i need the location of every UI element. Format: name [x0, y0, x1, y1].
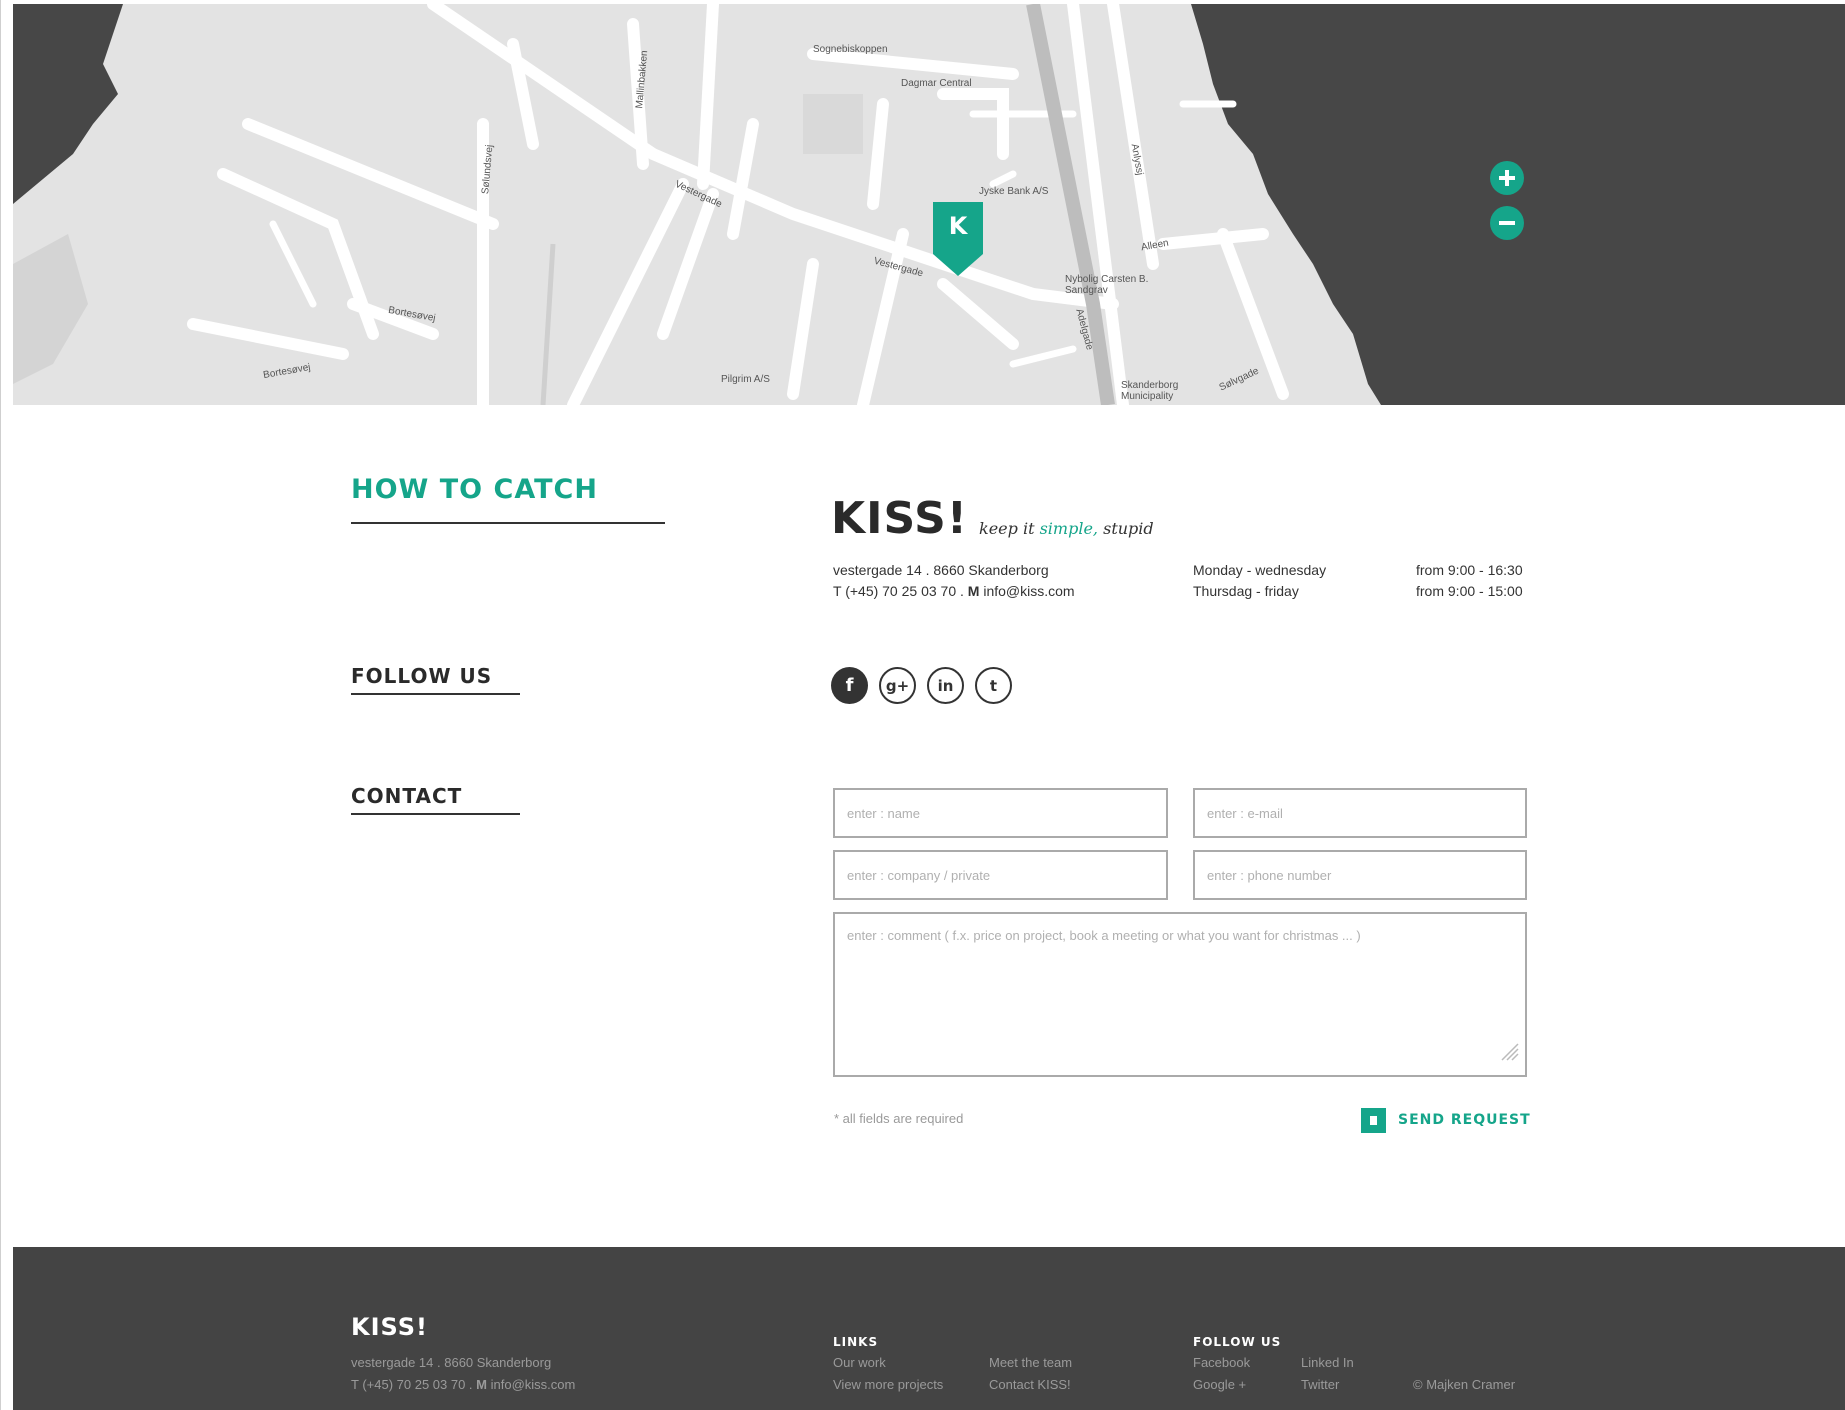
footer-follow-heading: FOLLOW US — [1193, 1335, 1282, 1349]
google-plus-glyph: g+ — [885, 676, 910, 695]
twitter-glyph: t — [989, 676, 998, 695]
location-pin-icon[interactable]: K — [933, 202, 983, 280]
footer-logo: KISS! — [351, 1313, 428, 1341]
section-heading-how-to-catch: HOW TO CATCH — [351, 474, 598, 505]
footer-link-contact[interactable]: Contact KISS! — [989, 1377, 1071, 1392]
footer-link-facebook[interactable]: Facebook — [1193, 1355, 1250, 1370]
facebook-icon[interactable]: f — [831, 667, 868, 704]
map-poi-label: Pilgrim A/S — [721, 374, 770, 385]
resize-grip-icon[interactable] — [1496, 1038, 1520, 1062]
email-input[interactable] — [1193, 788, 1527, 838]
section-heading-contact: CONTACT — [351, 784, 463, 808]
address-text: vestergade 14 . 8660 Skanderborg — [833, 562, 1049, 578]
footer-link-meet-team[interactable]: Meet the team — [989, 1355, 1072, 1370]
location-map[interactable]: Vestergade Vestergade Sølundsvej Bortesø… — [13, 4, 1845, 405]
tagline-text: keep it — [979, 519, 1040, 538]
footer-address: vestergade 14 . 8660 Skanderborg — [351, 1355, 552, 1370]
section-heading-follow-us: FOLLOW US — [351, 664, 493, 688]
footer-email-link[interactable]: info@kiss.com — [491, 1377, 576, 1392]
heading-underline — [351, 693, 520, 695]
required-note: * all fields are required — [834, 1111, 964, 1126]
hours-days: Thursdag - friday — [1193, 583, 1299, 599]
send-request-label: SEND REQUEST — [1398, 1112, 1531, 1128]
footer-contact-line: T (+45) 70 25 03 70 . M info@kiss.com — [351, 1377, 575, 1392]
footer-links-heading: LINKS — [833, 1335, 879, 1349]
zoom-in-button[interactable] — [1490, 161, 1524, 195]
twitter-icon[interactable]: t — [975, 667, 1012, 704]
heading-underline — [351, 813, 520, 815]
footer-link-google[interactable]: Google + — [1193, 1377, 1246, 1392]
brand-logo: KISS! — [831, 493, 968, 544]
brand-tagline: keep it simple, stupid — [979, 519, 1154, 538]
minus-icon — [1499, 221, 1515, 225]
footer-mail-marker: M — [476, 1377, 487, 1392]
google-plus-icon[interactable]: g+ — [879, 667, 916, 704]
footer: KISS! vestergade 14 . 8660 Skanderborg T… — [13, 1247, 1845, 1410]
footer-link-more-projects[interactable]: View more projects — [833, 1377, 943, 1392]
hours-time: from 9:00 - 15:00 — [1416, 583, 1523, 599]
linkedin-icon[interactable]: in — [927, 667, 964, 704]
map-poi-label: Jyske Bank A/S — [979, 186, 1049, 197]
name-input[interactable] — [833, 788, 1168, 838]
phone-email-line: T (+45) 70 25 03 70 . M info@kiss.com — [833, 583, 1075, 599]
tagline-accent: simple, — [1039, 519, 1099, 538]
footer-link-twitter[interactable]: Twitter — [1301, 1377, 1339, 1392]
footer-phone: T (+45) 70 25 03 70 . — [351, 1377, 477, 1392]
map-poi-label: Sognebiskoppen — [813, 44, 888, 55]
map-graphic — [13, 4, 1845, 405]
email-link[interactable]: info@kiss.com — [983, 583, 1074, 599]
map-poi-label: Skanderborg Municipality — [1121, 380, 1179, 402]
hours-days: Monday - wednesday — [1193, 562, 1327, 578]
tagline-text-end: stupid — [1098, 519, 1154, 538]
hours-time: from 9:00 - 16:30 — [1416, 562, 1523, 578]
phone-input[interactable] — [1193, 850, 1527, 900]
send-icon — [1361, 1107, 1386, 1133]
comment-textarea[interactable] — [833, 912, 1527, 1077]
plus-icon-vertical — [1505, 170, 1509, 186]
heading-underline — [351, 522, 665, 524]
facebook-glyph: f — [845, 675, 854, 696]
footer-link-linkedin[interactable]: Linked In — [1301, 1355, 1354, 1370]
phone-text: T (+45) 70 25 03 70 . — [833, 583, 968, 599]
map-poi-label: Dagmar Central — [901, 78, 972, 89]
footer-copyright: © Majken Cramer — [1413, 1377, 1516, 1392]
footer-link-our-work[interactable]: Our work — [833, 1355, 886, 1370]
linkedin-glyph: in — [937, 676, 954, 695]
send-request-button[interactable]: SEND REQUEST — [1361, 1107, 1531, 1133]
marker-letter: K — [948, 212, 968, 240]
zoom-out-button[interactable] — [1490, 206, 1524, 240]
page: Vestergade Vestergade Sølundsvej Bortesø… — [0, 0, 1845, 1410]
company-input[interactable] — [833, 850, 1168, 900]
map-poi-label: Nybolig Carsten B. Sandgrav — [1065, 274, 1149, 296]
mail-marker: M — [967, 583, 980, 599]
